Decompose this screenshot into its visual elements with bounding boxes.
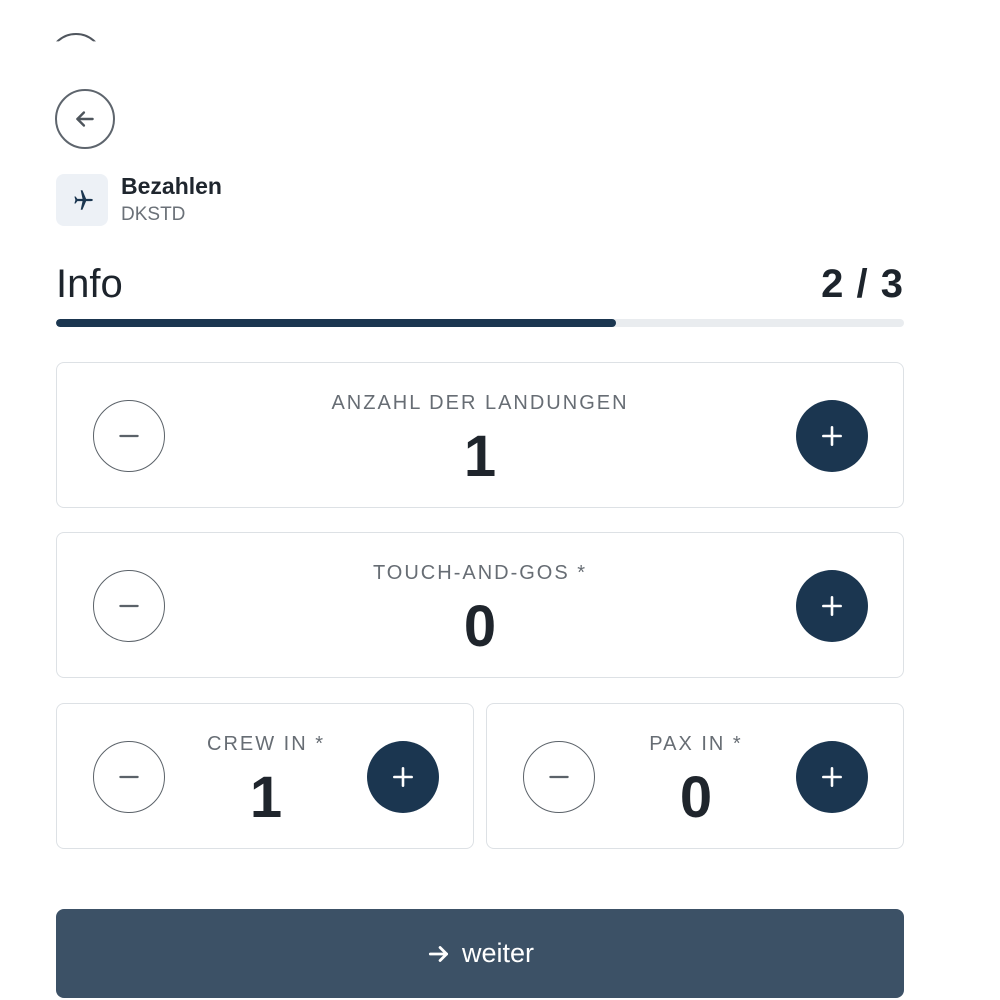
landings-value: 1 — [463, 424, 497, 489]
continue-button[interactable]: weiter — [56, 909, 904, 998]
plane-badge — [56, 173, 108, 226]
plus-icon — [393, 767, 413, 787]
minus-icon — [119, 775, 139, 779]
plus-icon — [822, 767, 842, 787]
landings-label: ANZAHL DER LANDUNGEN — [331, 392, 629, 414]
pax-in-increment-button[interactable] — [796, 741, 868, 813]
step-title: Info — [56, 262, 123, 306]
crew-in-counter-card: CREW IN * 1 — [56, 703, 474, 849]
landings-decrement-button[interactable] — [93, 400, 165, 472]
step-counter: 2 / 3 — [821, 262, 904, 306]
pax-in-decrement-button[interactable] — [523, 741, 595, 813]
header-text: Bezahlen DKSTD — [121, 173, 222, 226]
flight-header: Bezahlen DKSTD — [56, 173, 222, 226]
arrow-left-icon — [76, 111, 94, 127]
landings-increment-button[interactable] — [796, 400, 868, 472]
touch-and-gos-decrement-button[interactable] — [93, 570, 165, 642]
step-header: Info 2 / 3 — [56, 262, 904, 307]
plus-icon — [822, 596, 842, 616]
progress-bar-fill — [56, 319, 616, 327]
continue-button-label: weiter — [461, 938, 535, 968]
minus-icon — [119, 604, 139, 608]
payment-info-page: Bezahlen DKSTD Info 2 / 3 ANZAHL DER LAN… — [0, 0, 1000, 1000]
airplane-icon — [74, 189, 93, 210]
touch-and-gos-value: 0 — [463, 594, 497, 659]
partial-circle-decoration — [48, 33, 104, 42]
progress-bar — [56, 319, 904, 327]
minus-icon — [119, 434, 139, 438]
minus-icon — [549, 775, 569, 779]
crew-in-decrement-button[interactable] — [93, 741, 165, 813]
touch-and-gos-counter-card: TOUCH-AND-GOS * 0 — [56, 532, 904, 678]
plus-icon — [822, 426, 842, 446]
back-button[interactable] — [55, 89, 115, 149]
pax-in-counter-card: PAX IN * 0 — [486, 703, 904, 849]
touch-and-gos-increment-button[interactable] — [796, 570, 868, 642]
landings-counter-card: ANZAHL DER LANDUNGEN 1 — [56, 362, 904, 508]
header-title: Bezahlen — [121, 173, 222, 199]
aircraft-registration: DKSTD — [121, 204, 186, 225]
arrow-right-icon — [428, 945, 448, 962]
crew-in-increment-button[interactable] — [367, 741, 439, 813]
touch-and-gos-label: TOUCH-AND-GOS * — [372, 562, 588, 584]
